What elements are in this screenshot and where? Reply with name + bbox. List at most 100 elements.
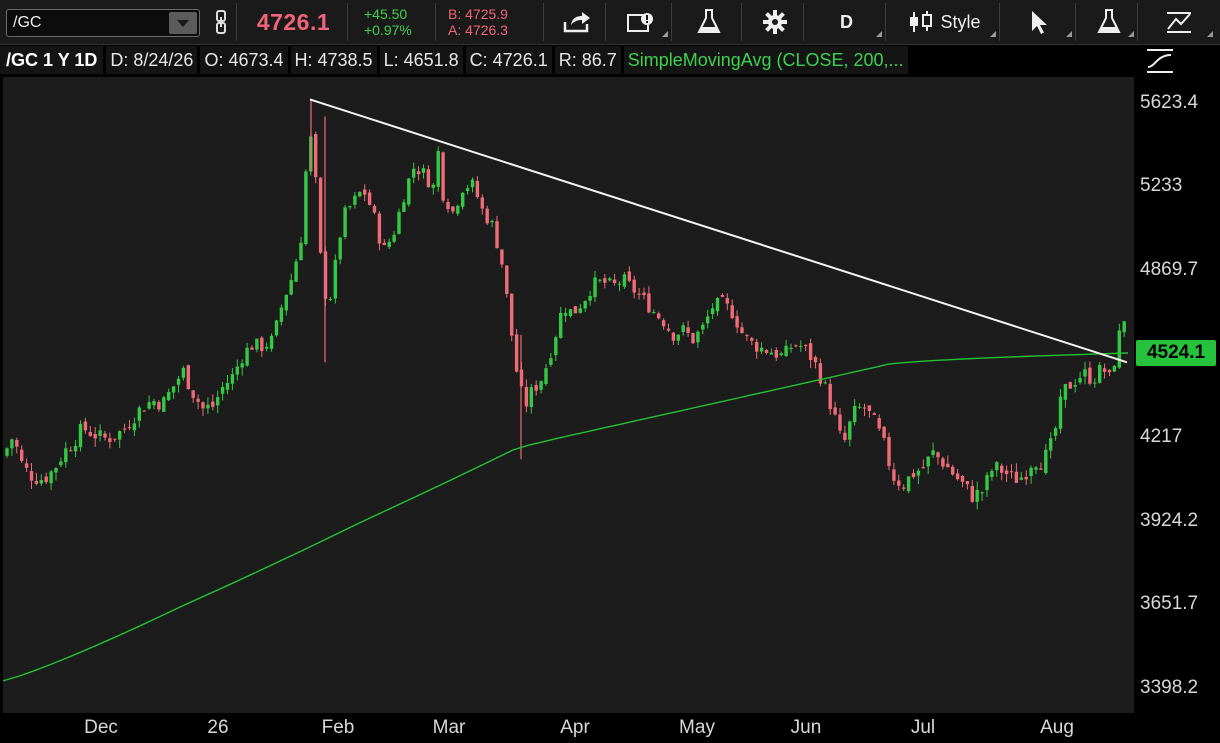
- chart-settings-button[interactable]: [610, 3, 672, 41]
- drawings-button[interactable]: [1142, 3, 1216, 41]
- candle: [73, 440, 78, 457]
- candle: [176, 375, 181, 393]
- candle: [225, 375, 230, 395]
- candle: [828, 378, 832, 415]
- style-button[interactable]: Style: [890, 3, 1000, 41]
- candle: [436, 146, 440, 192]
- study-label-sma[interactable]: SimpleMovingAvg (CLOSE, 200,...: [623, 46, 908, 74]
- candle: [608, 276, 612, 282]
- symbol-input[interactable]: /GC: [7, 14, 169, 32]
- candle: [897, 474, 901, 491]
- candle: [431, 182, 435, 195]
- candle: [1009, 464, 1014, 479]
- candle: [1024, 470, 1028, 485]
- candle: [955, 468, 960, 481]
- candle: [808, 338, 813, 368]
- candle: [69, 446, 73, 452]
- share-icon: [563, 12, 590, 33]
- candle: [686, 320, 690, 337]
- candle: [20, 445, 24, 463]
- link-button[interactable]: [205, 3, 237, 41]
- candle: [83, 417, 88, 434]
- candle: [382, 239, 386, 246]
- candle: [1019, 471, 1023, 481]
- studies-button[interactable]: [676, 3, 742, 41]
- settings-button[interactable]: [746, 3, 804, 41]
- symbol-period-label[interactable]: /GC 1 Y 1D: [0, 46, 104, 74]
- candle: [941, 456, 945, 470]
- candle: [113, 438, 117, 443]
- candle: [514, 328, 519, 373]
- candle: [1102, 363, 1107, 379]
- candle: [612, 273, 617, 286]
- candle: [1034, 466, 1038, 475]
- candle: [701, 322, 705, 335]
- candle: [603, 273, 607, 289]
- candle: [975, 481, 979, 510]
- candle: [328, 296, 333, 301]
- sma-200-line[interactable]: [2, 352, 1129, 682]
- candle: [338, 236, 342, 265]
- candle: [39, 474, 43, 486]
- candle: [333, 254, 337, 304]
- price-chart-area[interactable]: [2, 77, 1134, 713]
- share-button[interactable]: [548, 3, 606, 41]
- candle: [632, 275, 636, 299]
- candle: [980, 491, 984, 501]
- studies-lab-button[interactable]: [1080, 3, 1138, 41]
- candle: [353, 192, 357, 209]
- price-axis-tick: 5233: [1140, 175, 1183, 196]
- candle: [931, 442, 935, 459]
- bar-high: H: 4738.5: [290, 46, 377, 74]
- candle: [843, 425, 847, 443]
- style-label: Style: [940, 11, 981, 32]
- candle: [235, 359, 239, 381]
- candle: [676, 334, 680, 346]
- symbol-selector[interactable]: /GC: [6, 9, 200, 37]
- candle: [862, 403, 867, 417]
- candle: [1044, 443, 1048, 475]
- study-settings-button[interactable]: [1137, 46, 1183, 76]
- candle: [921, 459, 925, 469]
- more-triangle-icon: [1128, 31, 1134, 37]
- candlestick-chart[interactable]: [2, 77, 1134, 713]
- candle: [750, 336, 754, 346]
- cursor-tool-button[interactable]: [1004, 3, 1076, 41]
- candle: [392, 230, 396, 244]
- candle: [1088, 361, 1092, 386]
- more-triangle-icon: [662, 31, 668, 37]
- candle: [29, 462, 34, 489]
- candle: [211, 394, 215, 411]
- candle: [642, 287, 646, 300]
- price-axis-tick: 5623.4: [1140, 92, 1199, 113]
- time-axis-tick: 26: [207, 717, 229, 738]
- price-axis-tick: 3651.7: [1140, 593, 1199, 614]
- candle: [637, 287, 641, 300]
- candle: [157, 400, 161, 412]
- candle: [666, 323, 671, 332]
- time-axis[interactable]: [0, 713, 1220, 743]
- candle: [857, 403, 862, 410]
- candle: [49, 470, 53, 490]
- candle: [995, 461, 999, 477]
- candle: [181, 365, 186, 381]
- candle: [573, 306, 578, 314]
- candle: [137, 405, 141, 428]
- flask-icon: [696, 9, 721, 33]
- candle: [1039, 462, 1043, 470]
- symbol-dropdown-button[interactable]: [169, 12, 197, 34]
- price-axis[interactable]: [1134, 77, 1220, 713]
- candle: [64, 441, 68, 468]
- candle: [965, 480, 970, 490]
- candle: [34, 472, 39, 486]
- candle: [960, 475, 965, 488]
- candle: [255, 338, 259, 353]
- candle: [568, 308, 573, 318]
- candle: [500, 249, 504, 268]
- candle: [245, 342, 249, 367]
- bar-close: C: 4726.1: [465, 46, 552, 74]
- trendline[interactable]: [309, 98, 1128, 364]
- candle: [480, 194, 484, 215]
- candle: [789, 343, 793, 353]
- aggregation-period-button[interactable]: D: [808, 3, 886, 41]
